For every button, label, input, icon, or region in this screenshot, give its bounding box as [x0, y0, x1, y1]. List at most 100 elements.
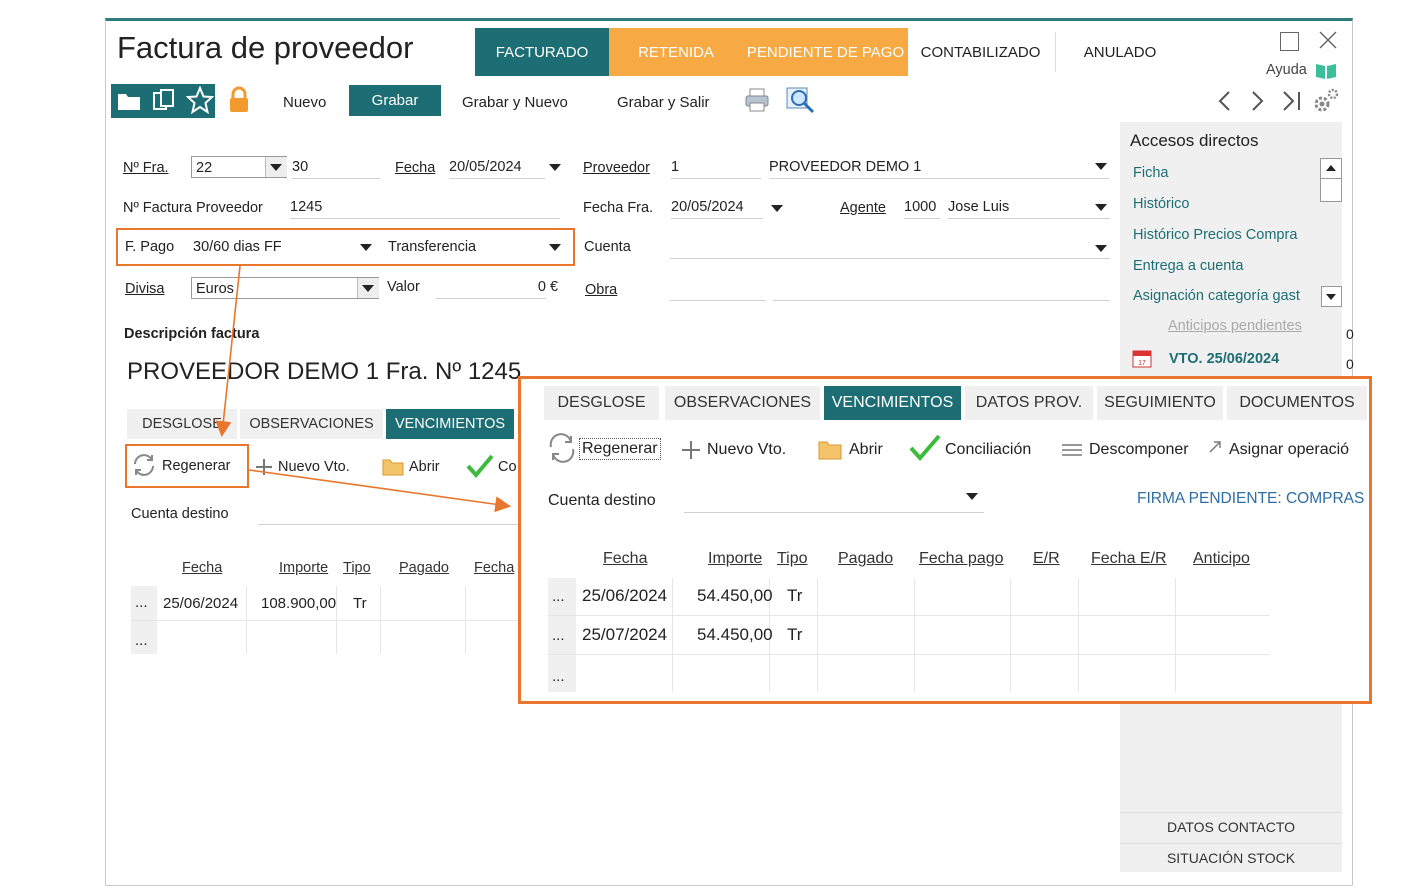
obra-code-field[interactable] [670, 278, 766, 301]
proveedor-label[interactable]: Proveedor [583, 160, 650, 176]
medio-pago-dropdown-icon[interactable] [549, 244, 561, 251]
zoom-col-importe[interactable]: Importe [708, 550, 762, 568]
proveedor-code-field[interactable]: 1 [671, 156, 761, 179]
plus-icon[interactable] [254, 457, 274, 477]
zoom-tab-datos-prov[interactable]: DATOS PROV. [965, 386, 1093, 420]
status-anulado[interactable]: ANULADO [1056, 28, 1184, 76]
nuevo-vto-button[interactable]: Nuevo Vto. [278, 459, 350, 475]
zoom-cell-fecha[interactable]: 25/06/2024 [582, 586, 667, 606]
agente-name-field[interactable]: Jose Luis [948, 196, 1110, 219]
divisa-dropdown[interactable] [357, 278, 379, 298]
datos-contacto-button[interactable]: DATOS CONTACTO [1120, 812, 1342, 841]
last-record-icon[interactable] [1281, 90, 1303, 112]
zoom-cell-importe[interactable]: 54.450,00 [697, 625, 773, 645]
accesos-scroll-down[interactable] [1321, 286, 1342, 307]
vto-link[interactable]: VTO. 25/06/2024 [1169, 351, 1279, 367]
close-icon[interactable] [1318, 30, 1338, 50]
refresh-icon[interactable] [131, 452, 157, 478]
zoom-check-icon[interactable] [908, 433, 942, 463]
acceso-historico-precios[interactable]: Histórico Precios Compra [1133, 227, 1297, 243]
medio-pago-field[interactable]: Transferencia [388, 236, 568, 258]
lock-icon[interactable] [228, 86, 250, 114]
situacion-stock-button[interactable]: SITUACIÓN STOCK [1120, 843, 1342, 872]
nfact-prov-field[interactable]: 1245 [290, 196, 560, 219]
star-icon[interactable] [186, 86, 214, 114]
descripcion-field[interactable]: PROVEEDOR DEMO 1 Fra. Nº 1245 [127, 358, 521, 386]
acceso-entrega-cuenta[interactable]: Entrega a cuenta [1133, 258, 1243, 274]
check-icon[interactable] [465, 453, 495, 479]
obra-name-field[interactable] [773, 278, 1110, 301]
zoom-refresh-icon[interactable] [547, 433, 577, 463]
divisa-label[interactable]: Divisa [125, 281, 164, 297]
zoom-cell-fecha[interactable]: 25/07/2024 [582, 625, 667, 645]
col-fecha[interactable]: Fecha [182, 560, 222, 576]
cuenta-field[interactable] [670, 236, 1110, 259]
zoom-row-marker[interactable]: ... [552, 588, 565, 605]
nfra-number-field[interactable]: 30 [292, 156, 380, 179]
gear-icon[interactable] [1310, 86, 1340, 116]
zoom-regenerar-button[interactable]: Regenerar [579, 438, 661, 460]
cuenta-destino-field[interactable] [258, 524, 520, 525]
nuevo-button[interactable]: Nuevo [283, 94, 326, 111]
zoom-tab-vencimientos[interactable]: VENCIMIENTOS [824, 386, 961, 420]
row-marker[interactable]: ... [135, 594, 148, 611]
zoom-asignar-button[interactable]: Asignar operació [1229, 441, 1349, 458]
cell-importe[interactable]: 108.900,00 [261, 595, 336, 612]
zoom-cuenta-destino-field[interactable] [684, 512, 984, 513]
fpago-field[interactable]: 30/60 dias FF [193, 236, 376, 258]
zoom-asignar-button-wrap[interactable]: Asignar operació [1229, 441, 1359, 459]
zoom-col-tipo[interactable]: Tipo [777, 550, 808, 568]
zoom-descomponer-button[interactable]: Descomponer [1089, 441, 1189, 459]
chevron-right-icon[interactable] [1248, 90, 1266, 112]
col-pagado[interactable]: Pagado [399, 560, 449, 576]
row-marker[interactable]: ... [135, 632, 148, 649]
status-facturado[interactable]: FACTURADO [475, 28, 609, 76]
grabar-button[interactable]: Grabar [349, 85, 441, 116]
zoom-nuevo-vto-button[interactable]: Nuevo Vto. [707, 441, 786, 459]
preview-icon[interactable] [786, 86, 816, 114]
copy-icon[interactable] [152, 88, 176, 112]
fpago-dropdown-icon[interactable] [360, 244, 372, 251]
regenerar-button[interactable]: Regenerar [162, 458, 231, 474]
status-contabilizado[interactable]: CONTABILIZADO [908, 28, 1053, 76]
proveedor-dropdown-icon[interactable] [1095, 163, 1107, 170]
col-fecha-pago[interactable]: Fecha [474, 560, 514, 576]
nfra-serie-dropdown[interactable] [265, 157, 287, 177]
zoom-conciliacion-button[interactable]: Conciliación [945, 441, 1031, 459]
divisa-select[interactable]: Euros [191, 277, 379, 299]
status-retenida[interactable]: RETENIDA [609, 28, 743, 76]
tab-desglose[interactable]: DESGLOSE [127, 409, 237, 439]
nfra-label[interactable]: Nº Fra. [123, 160, 169, 176]
folder-icon[interactable] [117, 90, 141, 112]
conciliacion-button-partial[interactable]: Co [498, 459, 517, 475]
agente-label[interactable]: Agente [840, 200, 886, 216]
fecha-dropdown-icon[interactable] [549, 164, 561, 171]
zoom-tab-seguimiento[interactable]: SEGUIMIENTO [1097, 386, 1223, 420]
grabar-salir-button[interactable]: Grabar y Salir [617, 94, 710, 111]
col-importe[interactable]: Importe [279, 560, 328, 576]
cuenta-dropdown-icon[interactable] [1095, 245, 1107, 252]
zoom-col-fecha-er[interactable]: Fecha E/R [1091, 550, 1167, 568]
book-icon[interactable] [1315, 62, 1337, 80]
zoom-col-anticipo[interactable]: Anticipo [1193, 550, 1250, 568]
zoom-plus-icon[interactable] [680, 439, 702, 461]
obra-label[interactable]: Obra [585, 282, 617, 298]
zoom-cuenta-destino-dropdown-icon[interactable] [966, 493, 978, 500]
print-icon[interactable] [744, 87, 770, 113]
zoom-col-er[interactable]: E/R [1033, 550, 1060, 568]
zoom-row-marker[interactable]: ... [552, 668, 565, 685]
chevron-left-icon[interactable] [1216, 90, 1234, 112]
col-tipo[interactable]: Tipo [343, 560, 371, 576]
acceso-historico[interactable]: Histórico [1133, 196, 1189, 212]
fecha-fra-dropdown-icon[interactable] [771, 205, 783, 212]
help-label[interactable]: Ayuda [1266, 62, 1307, 78]
cell-fecha[interactable]: 25/06/2024 [163, 595, 238, 612]
fecha-fra-field[interactable]: 20/05/2024 [671, 196, 763, 219]
agente-dropdown-icon[interactable] [1095, 204, 1107, 211]
zoom-col-fecha[interactable]: Fecha [603, 550, 647, 568]
accesos-scrollbar[interactable] [1320, 158, 1342, 202]
zoom-link-arrow-icon[interactable] [1208, 440, 1222, 454]
tab-observaciones[interactable]: OBSERVACIONES [240, 409, 383, 439]
zoom-open-folder-icon[interactable] [818, 439, 844, 461]
zoom-col-fecha-pago[interactable]: Fecha pago [919, 550, 1004, 568]
